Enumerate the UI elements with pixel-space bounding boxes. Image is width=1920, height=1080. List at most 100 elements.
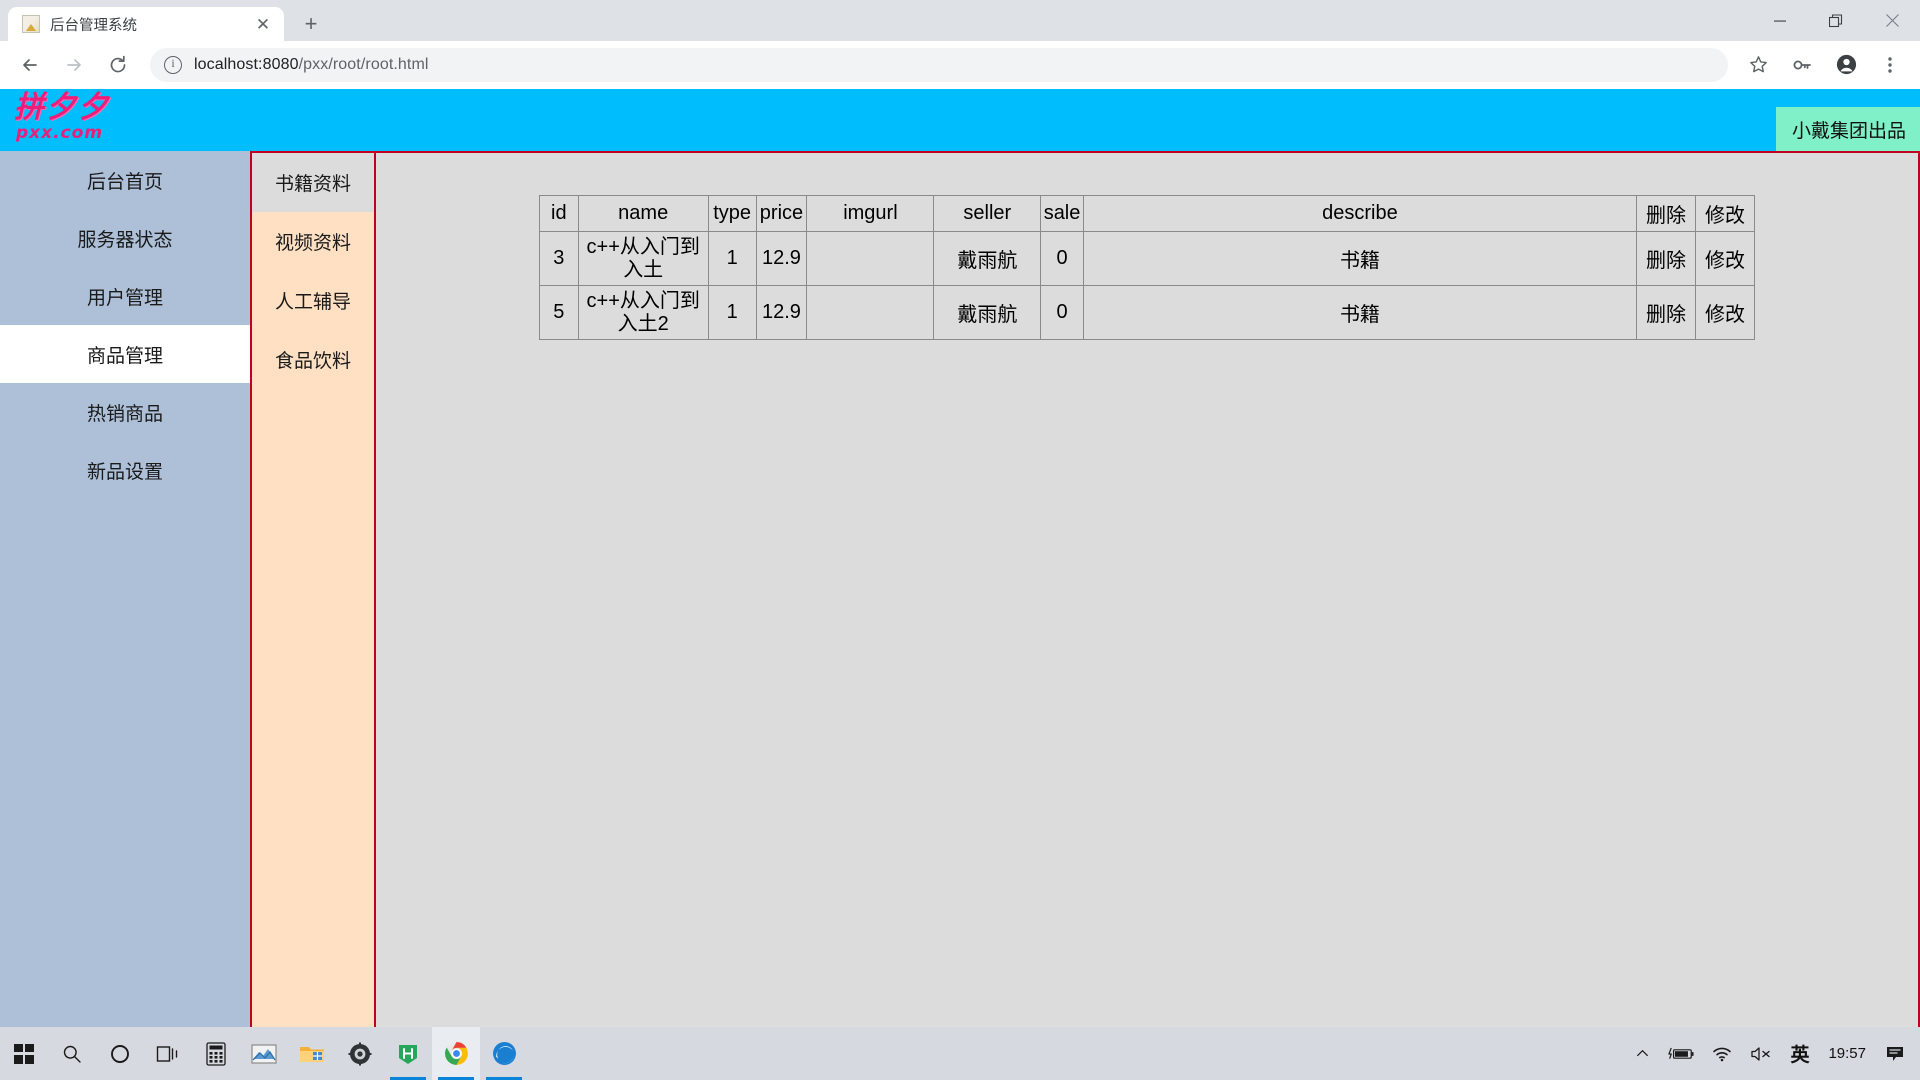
wifi-icon[interactable] <box>1703 1027 1741 1080</box>
tab-strip: 后台管理系统 ✕ + <box>0 0 1920 41</box>
close-tab-icon[interactable]: ✕ <box>252 13 274 35</box>
sidebar-item-product-management[interactable]: 商品管理 <box>0 325 250 383</box>
url-text: localhost:8080/pxx/root/root.html <box>194 56 429 74</box>
clock[interactable]: 19:57 <box>1818 1045 1876 1062</box>
site-banner: 拼夕夕 pxx.com 小戴集团出品 <box>0 89 1920 151</box>
logo-domain-text: pxx.com <box>16 123 104 143</box>
site-logo[interactable]: 拼夕夕 pxx.com <box>0 89 110 151</box>
sidebar-item-hot-products[interactable]: 热销商品 <box>0 383 250 441</box>
task-view-icon[interactable] <box>144 1027 192 1080</box>
submenu-item-tutoring[interactable]: 人工辅导 <box>252 271 374 330</box>
main-panel: id name type price imgurl seller sale de… <box>376 153 1920 1027</box>
cell-describe: 书籍 <box>1082 231 1637 286</box>
minimize-button[interactable] <box>1752 0 1808 41</box>
column-header-type: type <box>707 195 757 232</box>
table-header-row: id name type price imgurl seller sale de… <box>539 195 1756 232</box>
cell-price: 12.9 <box>755 231 808 286</box>
web-page: 拼夕夕 pxx.com 小戴集团出品 后台首页 服务器状态 用户管理 商品管理 … <box>0 89 1920 1027</box>
new-tab-button[interactable]: + <box>294 7 328 41</box>
column-header-price: price <box>755 195 808 232</box>
submenu-item-books[interactable]: 书籍资料 <box>252 153 374 212</box>
url-host: localhost:8080 <box>194 55 299 73</box>
cell-imgurl <box>806 285 935 340</box>
cell-type: 1 <box>707 231 757 286</box>
close-window-button[interactable] <box>1864 0 1920 41</box>
column-header-delete: 删除 <box>1635 195 1696 232</box>
sub-sidebar: 书籍资料 视频资料 人工辅导 食品饮料 <box>252 153 376 1027</box>
sidebar-item-dashboard[interactable]: 后台首页 <box>0 151 250 209</box>
notification-icon[interactable] <box>1876 1027 1914 1080</box>
column-header-describe: describe <box>1082 195 1637 232</box>
cell-seller: 戴雨航 <box>933 231 1042 286</box>
maximize-button[interactable] <box>1808 0 1864 41</box>
column-header-sale: sale <box>1040 195 1084 232</box>
page-body: 后台首页 服务器状态 用户管理 商品管理 热销商品 新品设置 书籍资料 视频资料… <box>0 151 1920 1027</box>
address-bar[interactable]: localhost:8080/pxx/root/root.html <box>150 47 1728 82</box>
cell-sale: 0 <box>1040 285 1084 340</box>
reload-icon[interactable] <box>98 45 138 85</box>
system-tray: 英 19:57 <box>1626 1027 1920 1080</box>
cell-type: 1 <box>707 285 757 340</box>
chrome-icon[interactable] <box>432 1027 480 1080</box>
brand-tag: 小戴集团出品 <box>1775 107 1920 151</box>
url-path: /pxx/root/root.html <box>298 55 429 73</box>
browser-tab[interactable]: 后台管理系统 ✕ <box>8 7 284 41</box>
cell-seller: 戴雨航 <box>933 285 1042 340</box>
column-header-id: id <box>539 195 579 232</box>
delete-button[interactable]: 删除 <box>1635 231 1696 286</box>
cell-id: 5 <box>539 285 579 340</box>
products-table: id name type price imgurl seller sale de… <box>539 195 1756 340</box>
delete-button[interactable]: 删除 <box>1635 285 1696 340</box>
column-header-name: name <box>577 195 709 232</box>
edge-icon[interactable] <box>480 1027 528 1080</box>
submenu-item-videos[interactable]: 视频资料 <box>252 212 374 271</box>
edit-button[interactable]: 修改 <box>1694 231 1756 286</box>
table-container: id name type price imgurl seller sale de… <box>376 153 1918 340</box>
sidebar-item-server-status[interactable]: 服务器状态 <box>0 209 250 267</box>
window-controls <box>1752 0 1920 41</box>
cell-id: 3 <box>539 231 579 286</box>
chevron-up-icon[interactable] <box>1626 1027 1659 1080</box>
page-favicon-icon <box>22 15 40 33</box>
key-icon[interactable] <box>1782 45 1822 85</box>
calculator-icon[interactable] <box>192 1027 240 1080</box>
browser-toolbar: localhost:8080/pxx/root/root.html <box>0 41 1920 89</box>
sidebar-item-user-management[interactable]: 用户管理 <box>0 267 250 325</box>
cell-price: 12.9 <box>755 285 808 340</box>
settings-icon[interactable] <box>336 1027 384 1080</box>
cell-name: c++从入门到入土 <box>577 231 709 286</box>
cell-name: c++从入门到入土2 <box>577 285 709 340</box>
main-sidebar: 后台首页 服务器状态 用户管理 商品管理 热销商品 新品设置 <box>0 151 250 1027</box>
start-button[interactable] <box>0 1027 48 1080</box>
browser-window: 后台管理系统 ✕ + i localhost:8080/pxx/root/roo… <box>0 0 1920 1027</box>
edit-button[interactable]: 修改 <box>1694 285 1756 340</box>
submenu-item-food-drink[interactable]: 食品饮料 <box>252 330 374 389</box>
back-arrow-icon[interactable] <box>10 45 50 85</box>
windows-taskbar: 英 19:57 <box>0 1027 1920 1080</box>
table-row: 5 c++从入门到入土2 1 12.9 戴雨航 0 书籍 删除 修改 <box>539 285 1756 340</box>
forward-arrow-icon[interactable] <box>54 45 94 85</box>
volume-muted-icon[interactable] <box>1741 1027 1781 1080</box>
hbuilder-icon[interactable] <box>384 1027 432 1080</box>
file-explorer-icon[interactable] <box>288 1027 336 1080</box>
site-info-icon[interactable] <box>164 55 182 74</box>
column-header-edit: 修改 <box>1694 195 1756 232</box>
avatar-icon[interactable] <box>1826 45 1866 85</box>
sidebar-item-new-product-settings[interactable]: 新品设置 <box>0 441 250 499</box>
ime-indicator[interactable]: 英 <box>1781 1027 1818 1080</box>
cell-describe: 书籍 <box>1082 285 1637 340</box>
cortana-icon[interactable] <box>96 1027 144 1080</box>
cell-imgurl <box>806 231 935 286</box>
column-header-seller: seller <box>933 195 1042 232</box>
tab-title: 后台管理系统 <box>50 17 137 34</box>
photos-icon[interactable] <box>240 1027 288 1080</box>
three-dot-menu-icon[interactable] <box>1870 45 1910 85</box>
star-icon[interactable] <box>1738 45 1778 85</box>
cell-sale: 0 <box>1040 231 1084 286</box>
column-header-imgurl: imgurl <box>806 195 935 232</box>
logo-chinese-text: 拼夕夕 <box>14 90 110 125</box>
search-icon[interactable] <box>48 1027 96 1080</box>
windows-logo-icon <box>14 1043 34 1064</box>
content-area: 书籍资料 视频资料 人工辅导 食品饮料 id name type price i… <box>250 151 1920 1027</box>
battery-charging-icon[interactable] <box>1659 1027 1703 1080</box>
